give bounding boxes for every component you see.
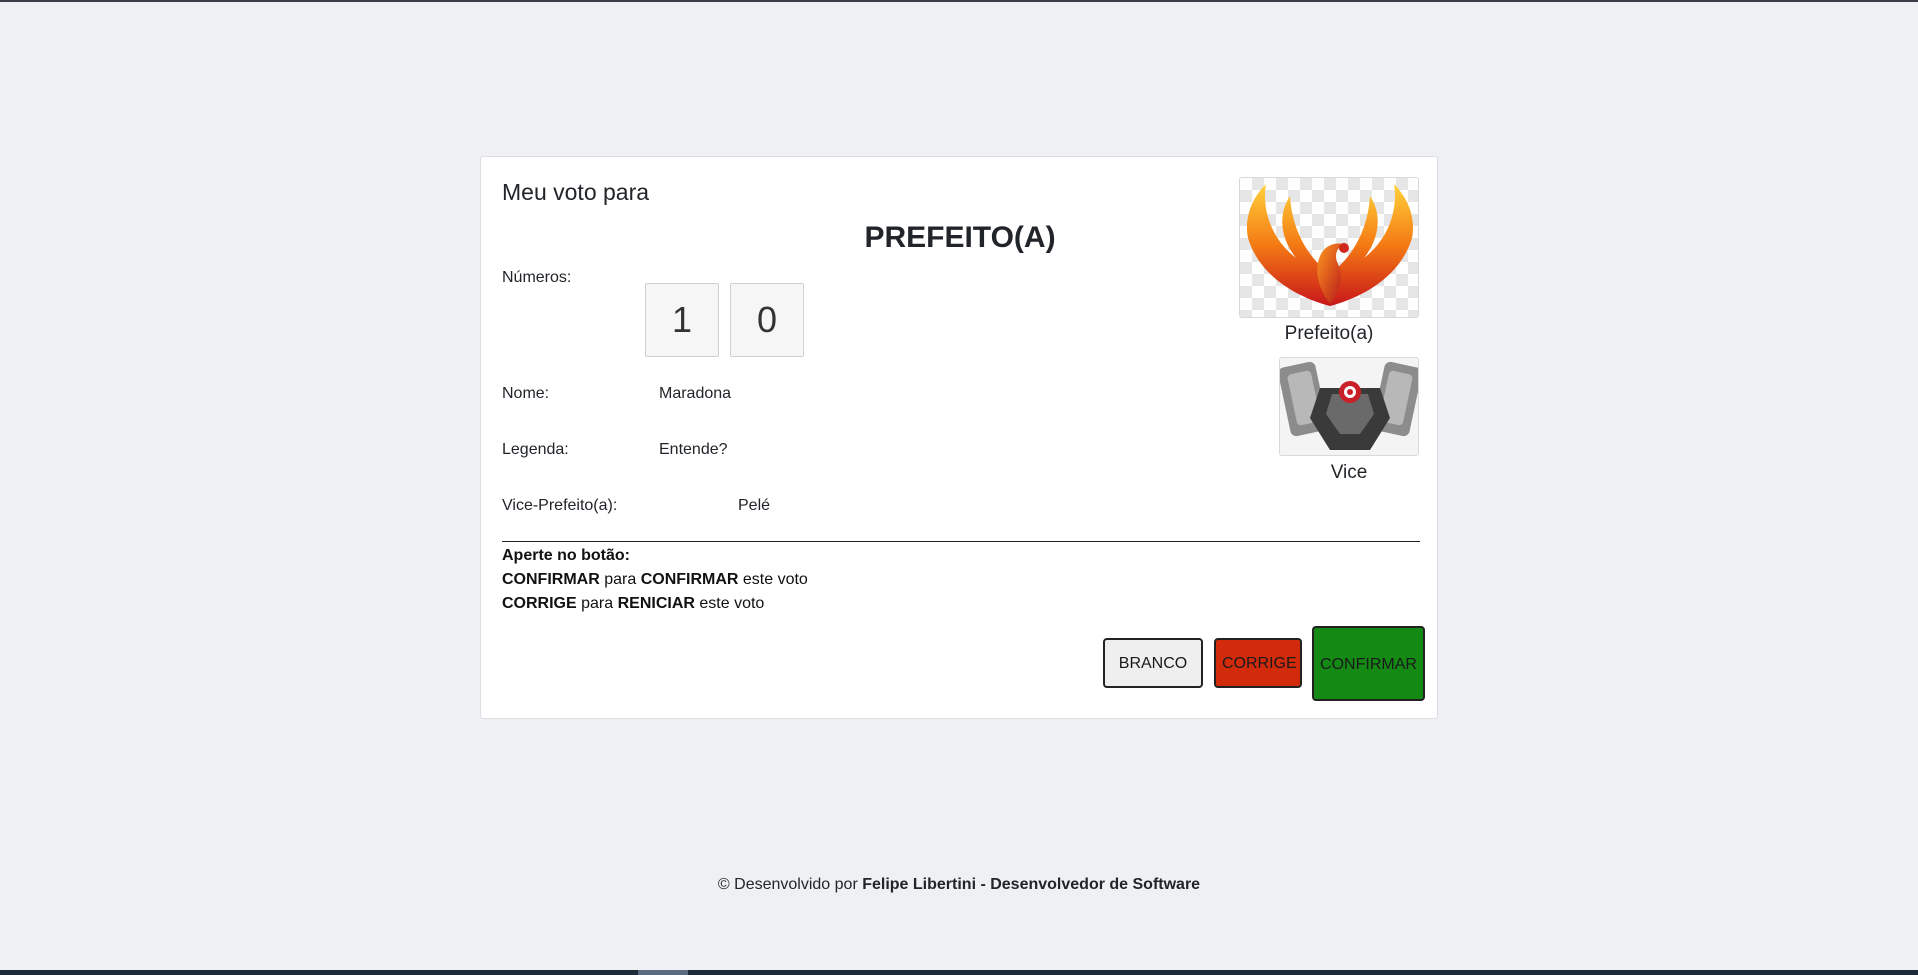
instructions-line-1: Aperte no botão: (502, 547, 630, 564)
blank-vote-button[interactable]: BRANCO (1103, 638, 1203, 688)
window-top-border (0, 0, 1918, 2)
instructions-line-3: CORRIGE para RENICIAR este voto (502, 595, 765, 612)
name-label: Nome: (502, 385, 550, 402)
footer-prefix: © Desenvolvido por (717, 876, 863, 893)
taskbar-edge (0, 970, 1918, 975)
correct-button[interactable]: CORRIGE (1214, 638, 1302, 688)
numbers-label: Números: (502, 269, 572, 286)
digit-box-2: 0 (730, 283, 804, 357)
party-label: Legenda: (502, 441, 569, 458)
footer-author: Felipe Libertini - Desenvolvedor de Soft… (862, 876, 1201, 893)
vice-caption: Vice (1330, 462, 1368, 483)
mayor-caption: Prefeito(a) (1284, 323, 1374, 344)
party-value: Entende? (659, 441, 728, 458)
instructions-line-2: CONFIRMAR para CONFIRMAR este voto (502, 571, 808, 588)
confirm-button[interactable]: CONFIRMAR (1312, 626, 1425, 701)
ballot-card: Meu voto para PREFEITO(A) Números: 1 0 N… (480, 156, 1438, 719)
phoenix-logo-icon (1246, 184, 1414, 306)
vice-photo (1279, 357, 1419, 456)
taskbar-tab (638, 970, 688, 975)
digit-box-1: 1 (645, 283, 719, 357)
ballot-heading: Meu voto para (502, 179, 650, 205)
candidate-name: Maradona (659, 385, 732, 402)
footer: © Desenvolvido por Felipe Libertini - De… (0, 876, 1918, 894)
robot-emblem-icon (1280, 361, 1418, 450)
instructions-divider (502, 541, 1420, 542)
vice-label: Vice-Prefeito(a): (502, 497, 618, 514)
mayor-photo (1239, 177, 1419, 318)
vice-name: Pelé (738, 497, 771, 514)
